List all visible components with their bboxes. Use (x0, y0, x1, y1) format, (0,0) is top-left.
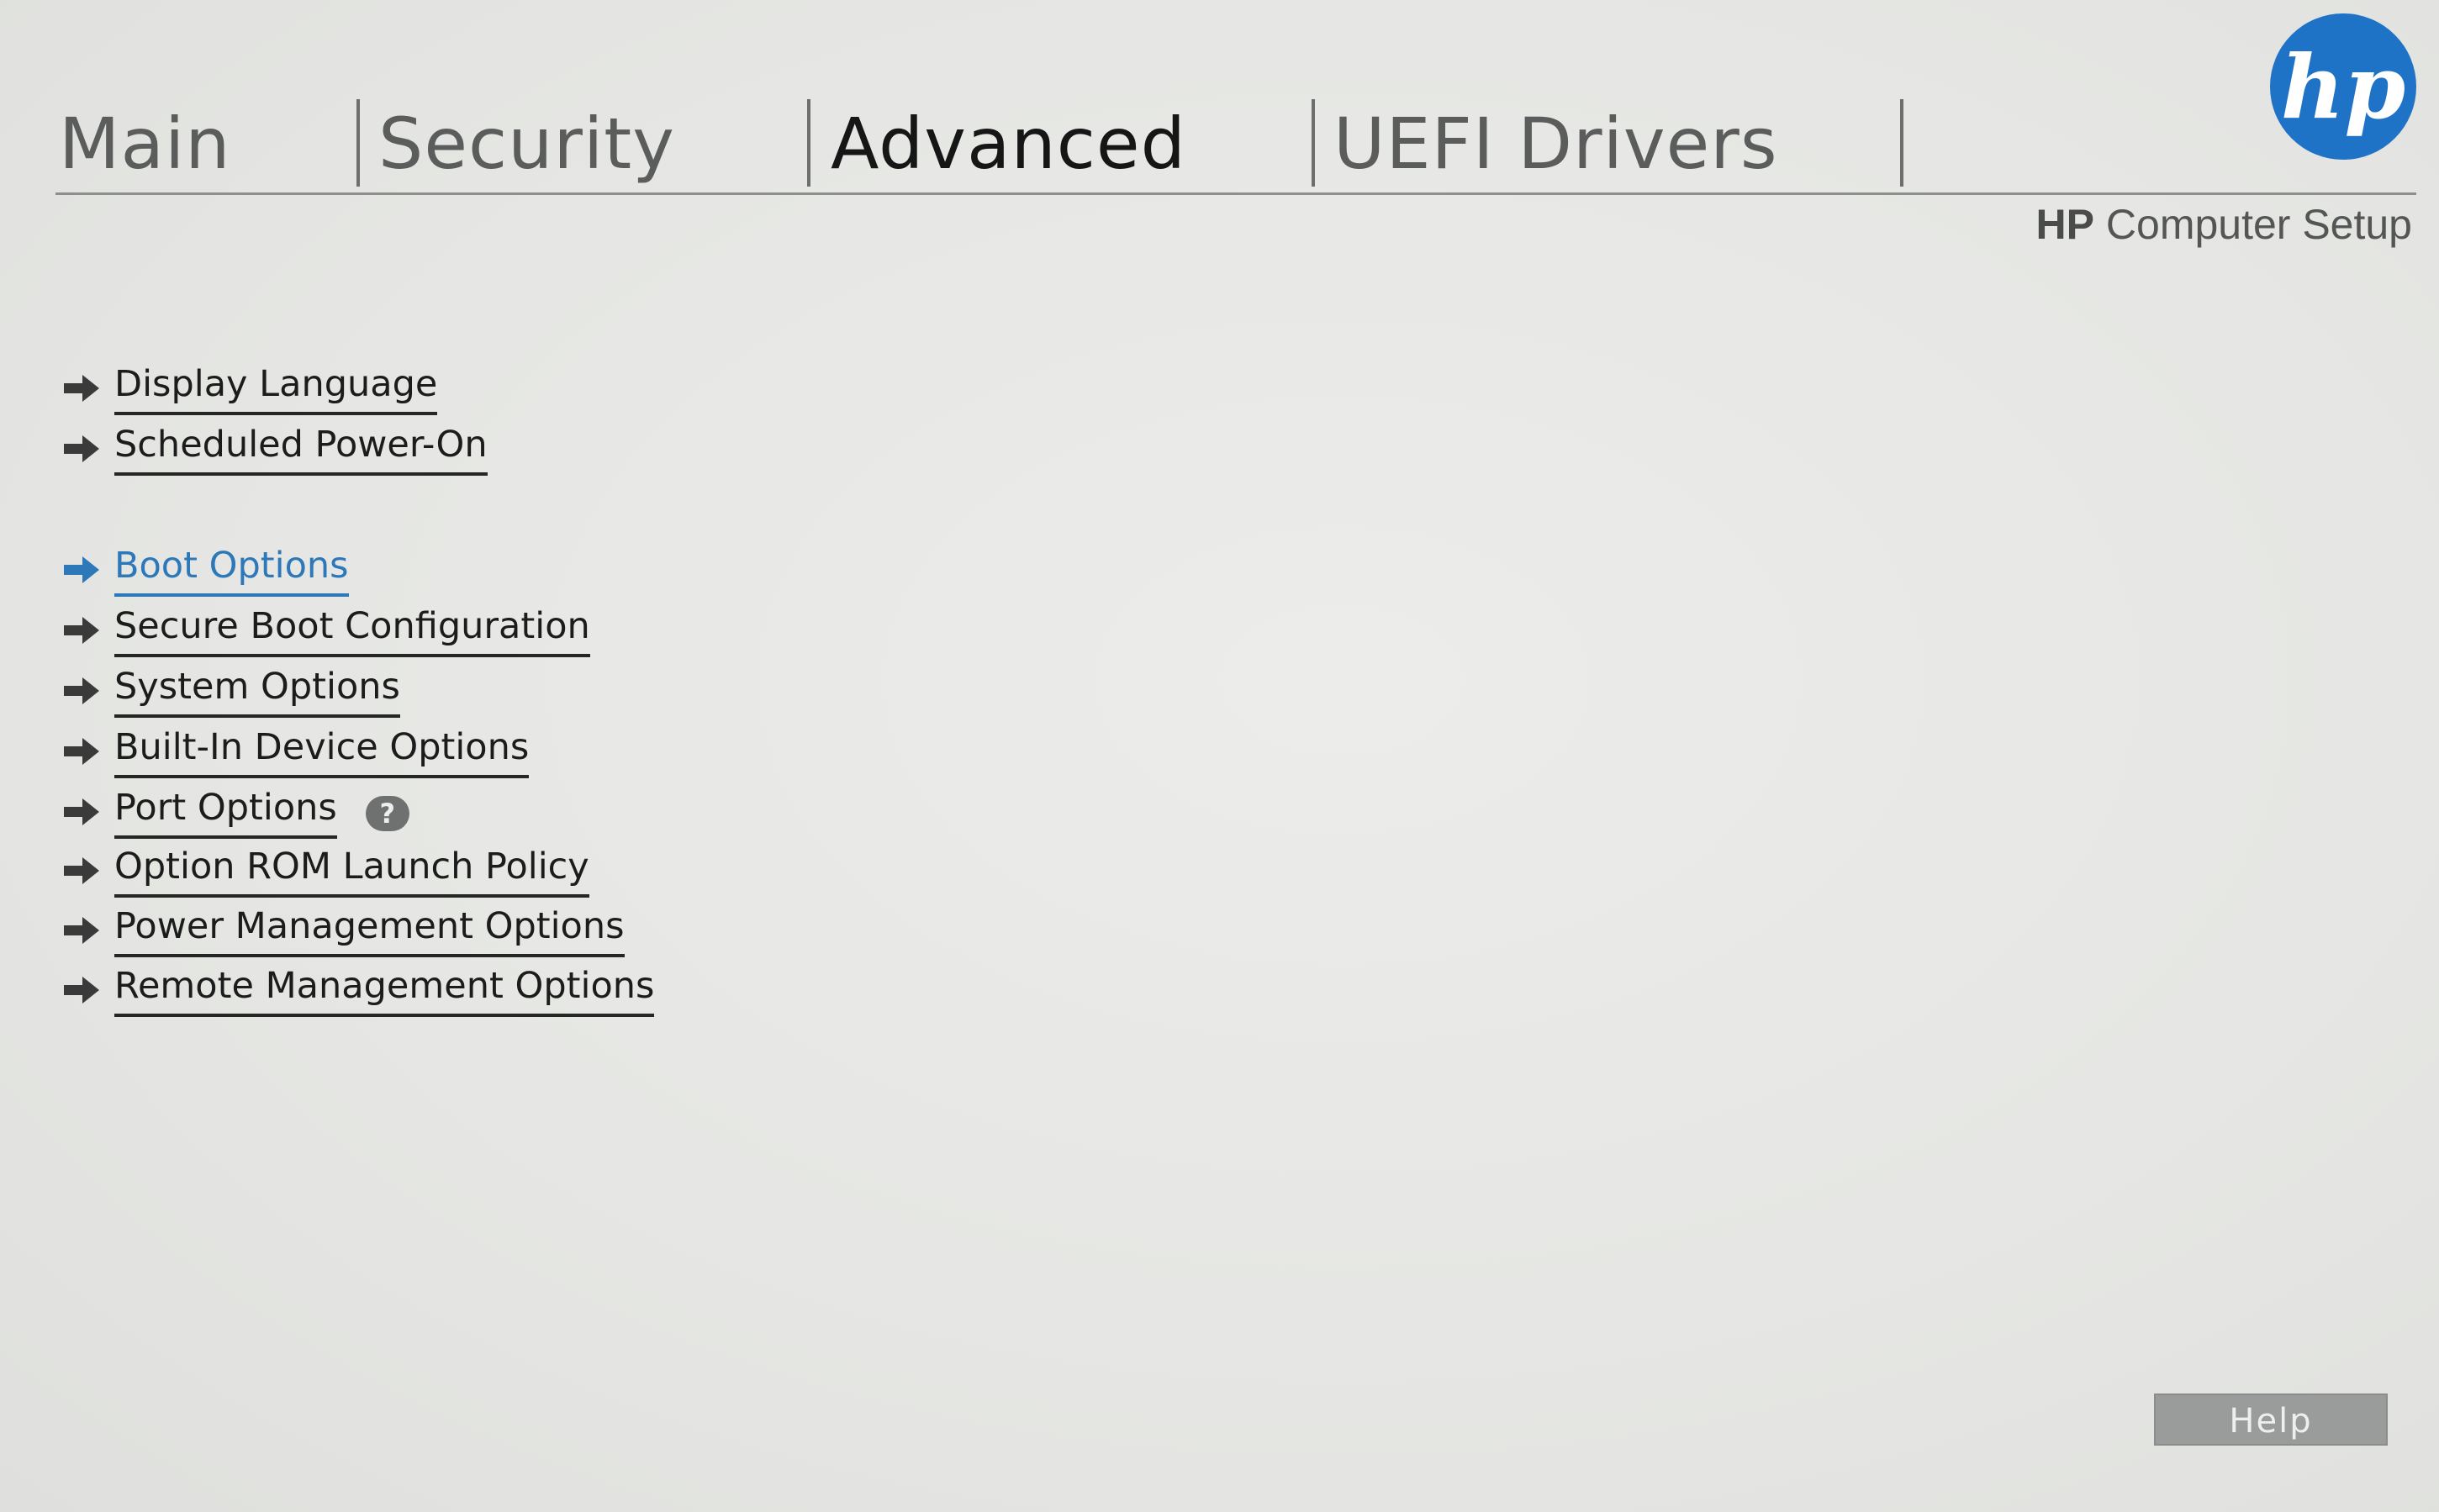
menu-item-built-in-device-options[interactable]: Built-In Device Options (64, 724, 530, 778)
hp-logo-text: hp (2281, 35, 2405, 139)
menu-item-remote-management-options[interactable]: Remote Management Options (64, 963, 655, 1017)
question-mark-icon[interactable]: ? (365, 796, 409, 831)
menu-item-port-options[interactable]: Port Options ? (64, 785, 409, 839)
tab-underline (55, 192, 2416, 195)
menu-item-label: Scheduled Power-On (114, 422, 488, 476)
arrow-right-icon (64, 556, 101, 584)
menu-item-display-language[interactable]: Display Language (64, 361, 438, 415)
menu-item-scheduled-power-on[interactable]: Scheduled Power-On (64, 422, 488, 476)
tab-uefi-drivers[interactable]: UEFI Drivers (1333, 92, 1778, 195)
menu-item-label: Option ROM Launch Policy (114, 844, 589, 898)
menu-item-system-options[interactable]: System Options (64, 664, 400, 718)
tab-separator (1312, 99, 1315, 187)
menu-item-label: Power Management Options (114, 904, 625, 957)
arrow-right-icon (64, 616, 101, 645)
brand-title-bold: HP (2035, 201, 2095, 248)
tab-advanced[interactable]: Advanced (831, 92, 1186, 195)
menu-item-label: Port Options (114, 785, 337, 839)
tab-bar: Main Security Advanced UEFI Drivers (55, 92, 1905, 195)
menu-item-label: System Options (114, 664, 400, 718)
arrow-right-icon (64, 856, 101, 885)
arrow-right-icon (64, 374, 101, 403)
help-button[interactable]: Help (2154, 1393, 2388, 1446)
arrow-right-icon (64, 976, 101, 1004)
computer-setup-screen: Main Security Advanced UEFI Drivers hp H… (0, 0, 2439, 1512)
menu-item-option-rom-launch-policy[interactable]: Option ROM Launch Policy (64, 844, 589, 898)
menu-item-label: Boot Options (114, 543, 349, 597)
arrow-right-icon (64, 798, 101, 826)
tab-separator (807, 99, 810, 187)
arrow-right-icon (64, 435, 101, 463)
menu-item-label: Display Language (114, 361, 438, 415)
menu-item-secure-boot-configuration[interactable]: Secure Boot Configuration (64, 603, 590, 657)
arrow-right-icon (64, 916, 101, 945)
tab-separator (356, 99, 360, 187)
hp-logo-icon: hp (2270, 13, 2416, 160)
menu-item-label: Remote Management Options (114, 963, 655, 1017)
brand-title: HP Computer Setup (2036, 200, 2412, 249)
tab-separator (1900, 99, 1903, 187)
arrow-right-icon (64, 677, 101, 705)
tab-security[interactable]: Security (378, 92, 675, 195)
arrow-right-icon (64, 737, 101, 766)
brand-title-rest: Computer Setup (2094, 201, 2412, 248)
tab-main[interactable]: Main (59, 92, 231, 195)
menu-item-boot-options[interactable]: Boot Options (64, 543, 349, 597)
menu-item-label: Secure Boot Configuration (114, 603, 590, 657)
menu-item-power-management-options[interactable]: Power Management Options (64, 904, 625, 957)
menu-item-label: Built-In Device Options (114, 724, 530, 778)
